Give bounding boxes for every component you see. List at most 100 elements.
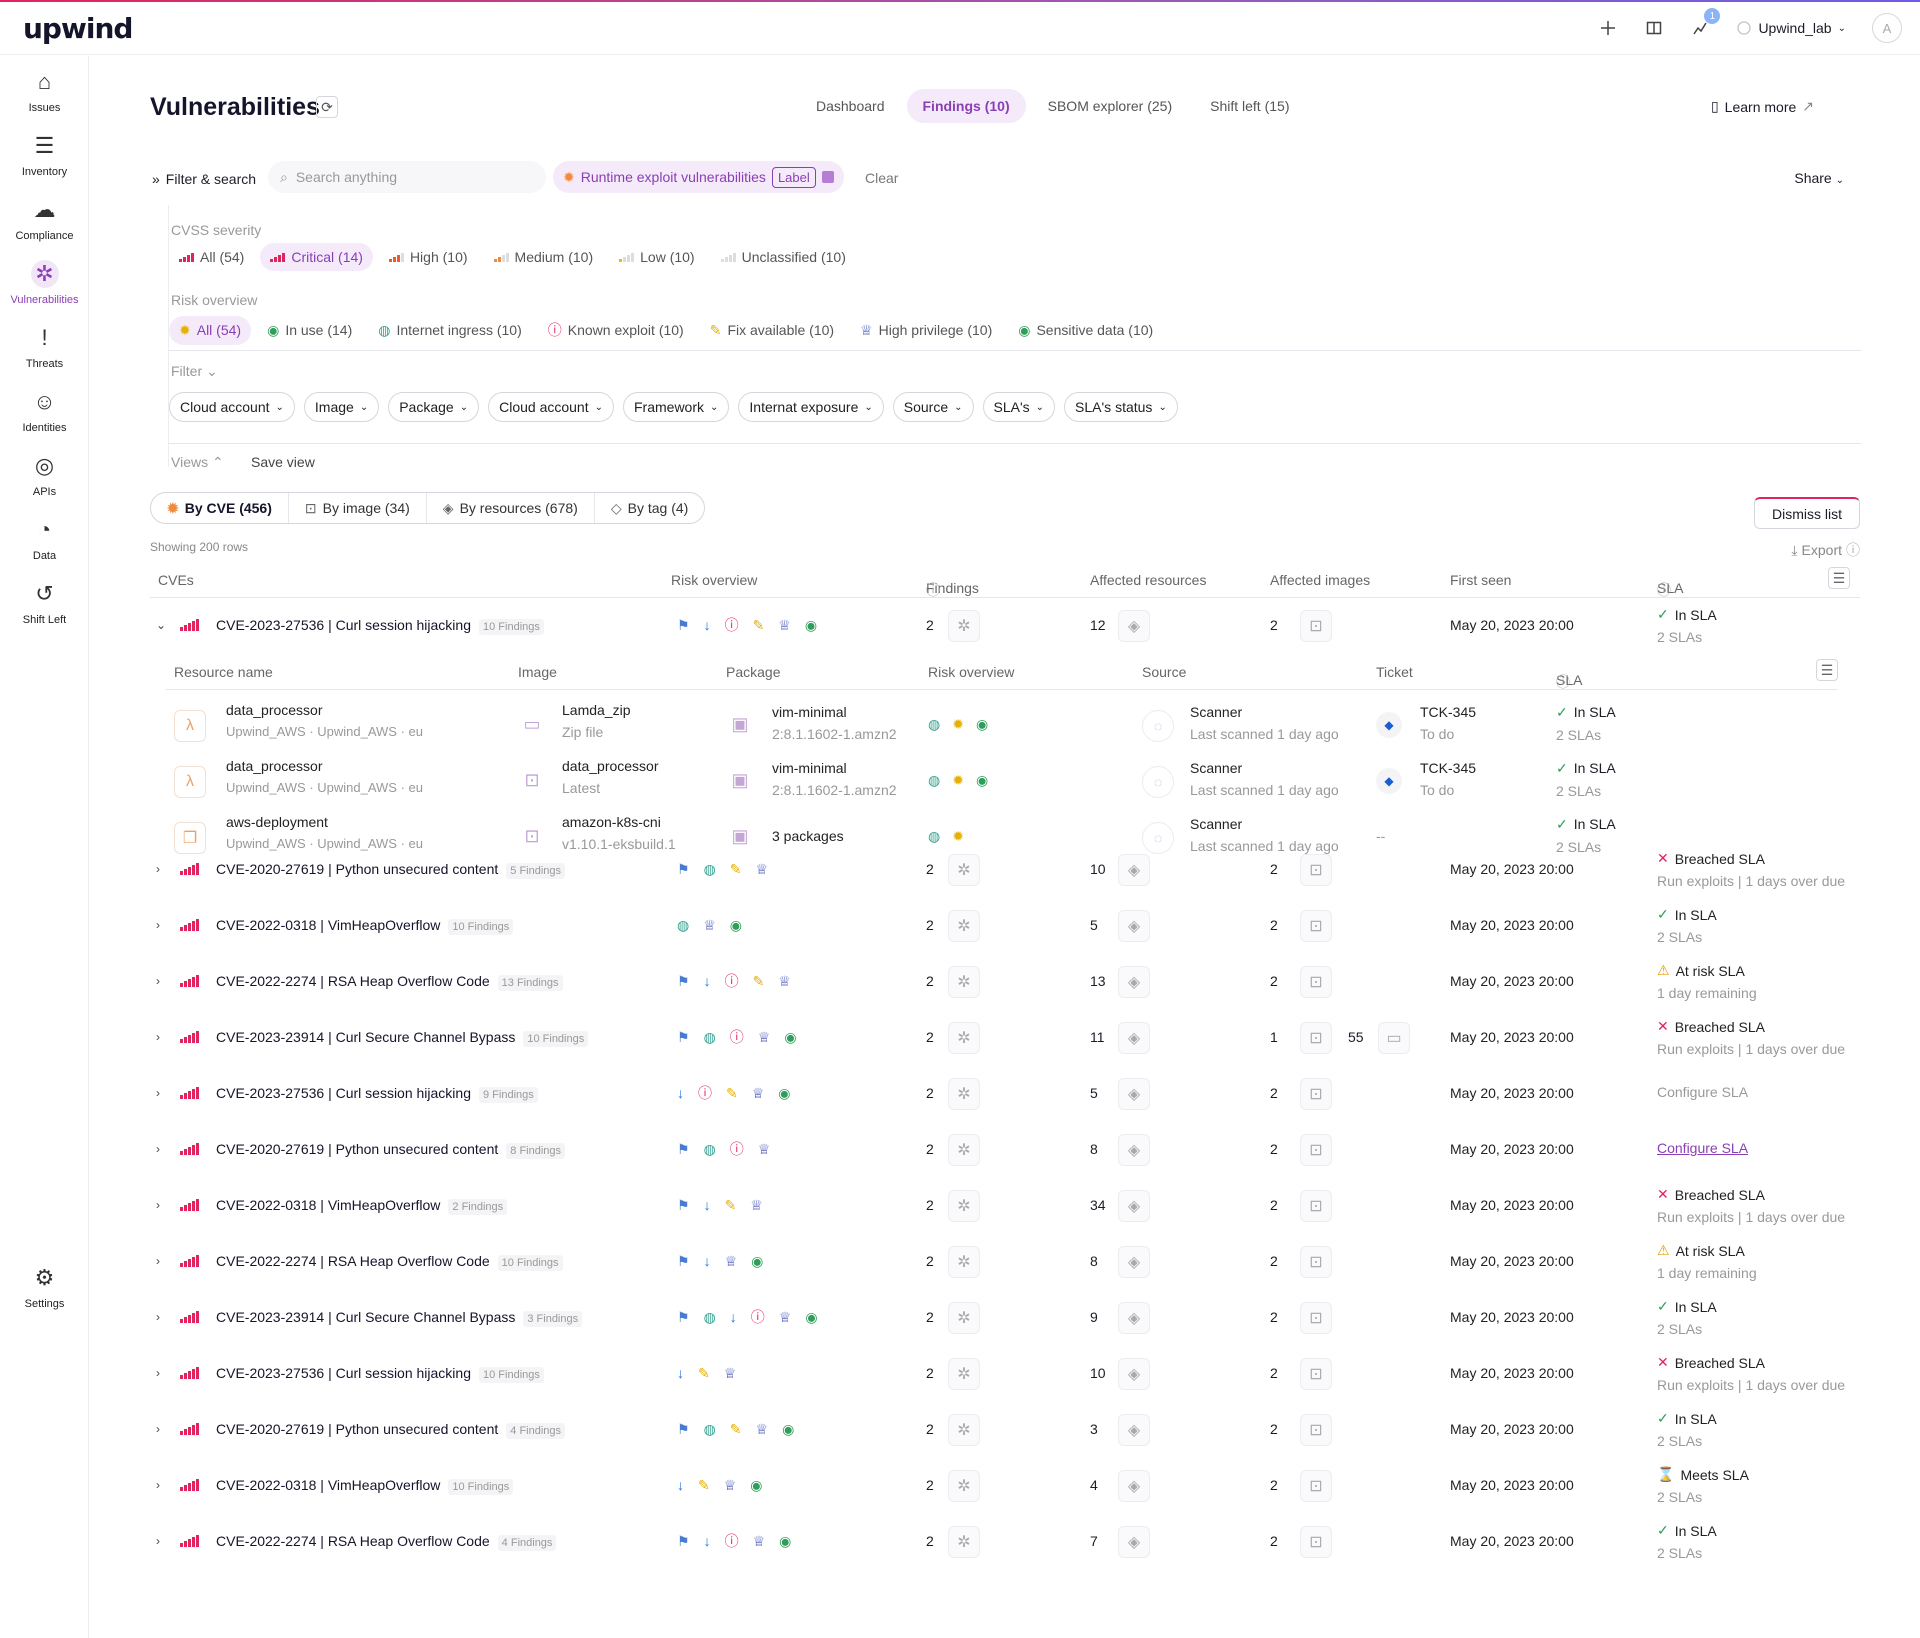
- chevron-right-icon[interactable]: ›: [156, 1086, 160, 1100]
- subcol-image[interactable]: Image: [518, 664, 557, 680]
- cvss-pill-1[interactable]: Critical (14): [260, 243, 373, 271]
- table-row[interactable]: › CVE-2022-2274 | RSA Heap Overflow Code 1…: [150, 954, 1860, 1010]
- account-switcher[interactable]: Upwind_lab ⌄: [1736, 20, 1846, 36]
- layers-icon[interactable]: ◈: [1118, 1134, 1150, 1166]
- bug-icon[interactable]: ✲: [948, 1022, 980, 1054]
- layers-icon[interactable]: ◈: [1118, 1526, 1150, 1558]
- layers-icon[interactable]: ◈: [1118, 1078, 1150, 1110]
- cvss-pill-0[interactable]: All (54): [169, 243, 254, 271]
- resource-name[interactable]: data_processor: [226, 758, 323, 774]
- layers-icon[interactable]: ◈: [1118, 1414, 1150, 1446]
- layers-icon[interactable]: ◈: [1118, 966, 1150, 998]
- views-toggle[interactable]: Views ⌃: [171, 454, 224, 471]
- folder-icon[interactable]: ▭: [1378, 1022, 1410, 1054]
- image-icon[interactable]: ⊡: [1300, 1526, 1332, 1558]
- tab-0[interactable]: Dashboard: [800, 89, 901, 123]
- export-button[interactable]: ⤓ Export ⓘ: [1791, 540, 1860, 560]
- table-row[interactable]: › CVE-2022-0318 | VimHeapOverflow 2 Findin…: [150, 1178, 1860, 1234]
- cve-name[interactable]: CVE-2022-2274 | RSA Heap Overflow Code 13…: [216, 973, 563, 991]
- filter-dropdown-1[interactable]: Image ⌄: [303, 392, 380, 422]
- bug-icon[interactable]: ✲: [948, 1414, 980, 1446]
- table-row[interactable]: › CVE-2023-27536 | Curl session hijacking…: [150, 1066, 1860, 1122]
- cvss-pill-4[interactable]: Low (10): [609, 243, 704, 271]
- risk-pill-0[interactable]: ✹ All (54): [169, 315, 252, 345]
- chevron-right-icon[interactable]: ›: [156, 1198, 160, 1212]
- tab-2[interactable]: SBOM explorer (25): [1032, 89, 1188, 123]
- sidebar-item-threats[interactable]: ! Threats: [0, 324, 89, 370]
- filter-title[interactable]: Filter ⌄: [171, 363, 218, 380]
- table-row[interactable]: › CVE-2022-0318 | VimHeapOverflow 10 Findi…: [150, 898, 1860, 954]
- sla-status[interactable]: Configure SLA: [1657, 1084, 1748, 1100]
- table-row[interactable]: › CVE-2023-23914 | Curl Secure Channel By…: [150, 1010, 1860, 1066]
- filter-dropdown-0[interactable]: Cloud account ⌄: [169, 392, 295, 422]
- subcol-risk[interactable]: Risk overview: [928, 664, 1014, 680]
- avatar[interactable]: A: [1872, 13, 1902, 43]
- refresh-icon[interactable]: ⟳: [316, 96, 338, 118]
- risk-pill-2[interactable]: ◍ Internet ingress (10): [368, 316, 532, 345]
- chevron-right-icon[interactable]: ›: [156, 1422, 160, 1436]
- filter-dropdown-2[interactable]: Package ⌄: [388, 392, 480, 422]
- chevron-right-icon[interactable]: ›: [156, 862, 160, 876]
- subcol-ticket[interactable]: Ticket: [1376, 664, 1413, 680]
- cve-name[interactable]: CVE-2022-2274 | RSA Heap Overflow Code 4 …: [216, 1533, 557, 1551]
- table-row[interactable]: › CVE-2020-27619 | Python unsecured conte…: [150, 1122, 1860, 1178]
- image-icon[interactable]: ⊡: [1300, 910, 1332, 942]
- sub-table-row[interactable]: λ data_processor Upwind_AWS · Upwind_AWS ·…: [166, 698, 1838, 754]
- subcol-resource[interactable]: Resource name: [174, 664, 273, 680]
- layers-icon[interactable]: ◈: [1118, 910, 1150, 942]
- group-1[interactable]: ⊡ By image (34): [289, 493, 427, 523]
- layers-icon[interactable]: ◈: [1118, 1470, 1150, 1502]
- chevron-right-icon[interactable]: ›: [156, 1254, 160, 1268]
- tab-3[interactable]: Shift left (15): [1194, 89, 1305, 123]
- cvss-pill-5[interactable]: Unclassified (10): [711, 243, 856, 271]
- layers-icon[interactable]: ◈: [1118, 1302, 1150, 1334]
- columns-icon[interactable]: [1644, 18, 1664, 38]
- layers-icon[interactable]: ◈: [1118, 1246, 1150, 1278]
- sidebar-item-data[interactable]: ◔ Data: [0, 516, 89, 562]
- cve-name[interactable]: CVE-2022-0318 | VimHeapOverflow 2 Finding…: [216, 1197, 508, 1215]
- table-row[interactable]: ⌄ CVE-2023-27536 | Curl session hijacking…: [150, 598, 1860, 654]
- resource-name[interactable]: data_processor: [226, 702, 323, 718]
- configure-sla-link[interactable]: Configure SLA: [1657, 1140, 1748, 1156]
- cve-name[interactable]: CVE-2023-27536 | Curl session hijacking 9…: [216, 1085, 538, 1103]
- filter-dropdown-7[interactable]: SLA's ⌄: [982, 392, 1056, 422]
- cve-name[interactable]: CVE-2020-27619 | Python unsecured conten…: [216, 1141, 566, 1159]
- cve-name[interactable]: CVE-2023-27536 | Curl session hijacking 1…: [216, 617, 544, 635]
- runtime-filter-chip[interactable]: ✹ Runtime exploit vulnerabilities Label: [553, 161, 844, 193]
- sidebar-item-apis[interactable]: ◎ APIs: [0, 452, 89, 498]
- layers-icon[interactable]: ◈: [1118, 1358, 1150, 1390]
- risk-pill-4[interactable]: ✎ Fix available (10): [700, 316, 844, 345]
- learn-more-link[interactable]: ▯ Learn more ↗: [1711, 98, 1814, 115]
- group-0[interactable]: ✹ By CVE (456): [151, 493, 289, 523]
- image-icon[interactable]: ⊡: [1300, 1470, 1332, 1502]
- chevron-right-icon[interactable]: ›: [156, 1534, 160, 1548]
- sla-status[interactable]: Configure SLA: [1657, 1140, 1748, 1156]
- subcol-source[interactable]: Source: [1142, 664, 1186, 680]
- image-icon[interactable]: ⊡: [1300, 966, 1332, 998]
- image-icon[interactable]: ⊡: [1300, 1358, 1332, 1390]
- sub-table-row[interactable]: λ data_processor Upwind_AWS · Upwind_AWS ·…: [166, 754, 1838, 810]
- cvss-pill-2[interactable]: High (10): [379, 243, 478, 271]
- activity-icon[interactable]: 1: [1690, 8, 1721, 38]
- image-icon[interactable]: ⊡: [1300, 1022, 1332, 1054]
- plus-icon[interactable]: [1598, 18, 1618, 38]
- sidebar-item-identities[interactable]: ☺ Identities: [0, 388, 89, 434]
- cve-name[interactable]: CVE-2022-0318 | VimHeapOverflow 10 Findin…: [216, 1477, 514, 1495]
- chevron-right-icon[interactable]: ›: [156, 1478, 160, 1492]
- bug-icon[interactable]: ✲: [948, 1078, 980, 1110]
- group-3[interactable]: ◇ By tag (4): [595, 493, 704, 523]
- chevron-down-icon[interactable]: ⌄: [156, 618, 166, 632]
- chevron-right-icon[interactable]: ›: [156, 1030, 160, 1044]
- subcol-package[interactable]: Package: [726, 664, 780, 680]
- image-icon[interactable]: ⊡: [1300, 1414, 1332, 1446]
- image-icon[interactable]: ⊡: [1300, 1246, 1332, 1278]
- table-row[interactable]: › CVE-2022-2274 | RSA Heap Overflow Code 4…: [150, 1514, 1860, 1570]
- share-button[interactable]: Share ⌄: [1794, 170, 1844, 186]
- col-cves[interactable]: CVEs: [158, 572, 194, 588]
- column-settings-icon[interactable]: ☰: [1828, 567, 1850, 589]
- bug-icon[interactable]: ✲: [948, 1358, 980, 1390]
- col-images[interactable]: Affected images: [1270, 572, 1370, 588]
- clear-button[interactable]: Clear: [865, 170, 898, 186]
- cvss-pill-3[interactable]: Medium (10): [484, 243, 604, 271]
- filter-search-toggle[interactable]: » Filter & search: [152, 171, 256, 187]
